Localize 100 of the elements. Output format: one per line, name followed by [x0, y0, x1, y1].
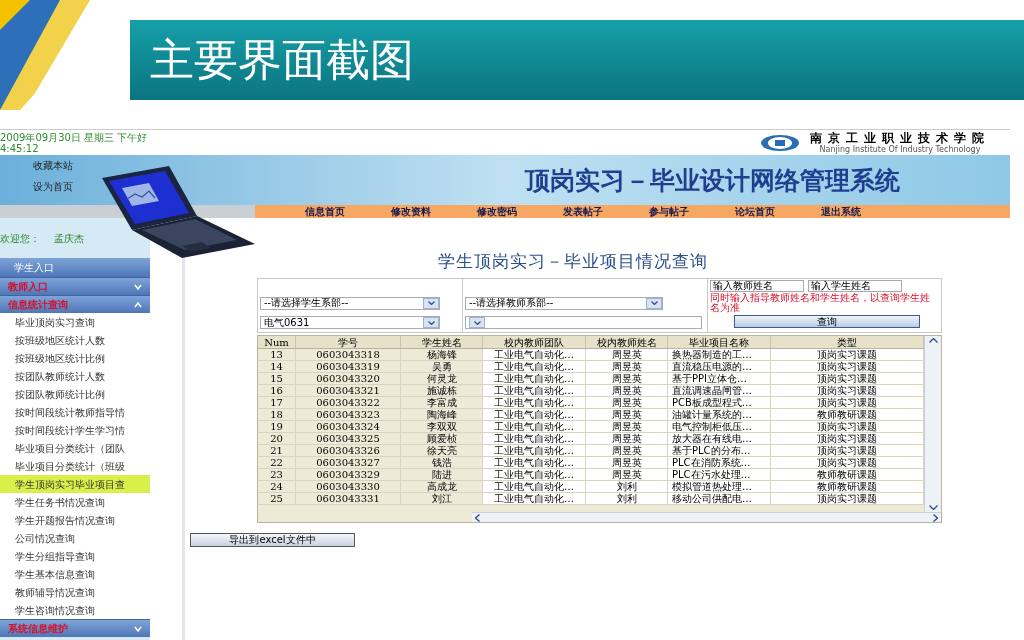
table-cell: 电气控制柜低压… [668, 421, 771, 432]
table-cell: 顶岗实习课题 [771, 385, 924, 396]
table-cell: 工业电气自动化… [483, 397, 586, 408]
table-cell: 工业电气自动化… [483, 361, 586, 372]
table-cell: 0603043318 [296, 349, 401, 360]
table-cell: 20 [258, 433, 296, 444]
table-cell: 23 [258, 469, 296, 480]
table-cell: PLC在污水处理… [668, 469, 771, 480]
table-cell: 顶岗实习课题 [771, 373, 924, 384]
table-cell: 16 [258, 385, 296, 396]
table-cell: 刘利 [586, 481, 668, 492]
table-cell: 周昱英 [586, 361, 668, 372]
table-cell: 教师教研课题 [771, 481, 924, 492]
nav-link[interactable]: 修改资料 [391, 206, 431, 217]
dropdown-field[interactable]: --请选择学生系部-- [260, 296, 440, 310]
sidebar-item[interactable]: 教师辅导情况查询 [0, 583, 150, 601]
sidebar-item[interactable]: 按班级地区统计比例 [0, 349, 150, 367]
column-header[interactable]: 学号 [296, 336, 401, 348]
student-name-field[interactable]: 输入学生姓名 [808, 280, 902, 292]
table-cell: 22 [258, 457, 296, 468]
teacher-name-field[interactable]: 输入教师姓名 [710, 280, 804, 292]
table-cell: 周昱英 [586, 397, 668, 408]
banner-link[interactable]: 收藏本站 [33, 160, 73, 171]
column-header[interactable]: Num [258, 336, 296, 348]
school-logo-icon [760, 133, 800, 152]
table-cell: 0603043320 [296, 373, 401, 384]
table-cell: 周昱英 [586, 409, 668, 420]
table-cell: 24 [258, 481, 296, 492]
nav-link[interactable]: 修改密码 [477, 206, 517, 217]
sidebar-item[interactable]: 按班级地区统计人数 [0, 331, 150, 349]
sidebar-item[interactable]: 毕业顶岗实习查询 [0, 313, 150, 331]
sidebar-item[interactable]: 学生基本信息查询 [0, 565, 150, 583]
table-cell: 基于PLC的分布… [668, 445, 771, 456]
table-cell: 0603043324 [296, 421, 401, 432]
column-header[interactable]: 校内教师团队 [483, 336, 586, 348]
export-button[interactable]: 导出到excel文件中 [190, 533, 355, 547]
scroll-left-icon [475, 513, 480, 522]
sidebar-item[interactable]: 按团队教师统计人数 [0, 367, 150, 385]
horizontal-scrollbar[interactable] [472, 512, 941, 522]
nav-link[interactable]: 发表帖子 [563, 206, 603, 217]
expand-caret-icon [134, 625, 142, 632]
sidebar-item[interactable]: 学生任务书情况查询 [0, 493, 150, 511]
page-title: 学生顶岗实习－毕业项目情况查询 [437, 253, 708, 270]
table-cell: 刘利 [586, 493, 668, 504]
table-cell: 0603043329 [296, 469, 401, 480]
sidebar-item[interactable]: 按时间段统计学生学习情 [0, 421, 150, 439]
sidebar-item[interactable]: 按时间段统计教师指导情 [0, 403, 150, 421]
table-cell: 工业电气自动化… [483, 373, 586, 384]
table-cell: 换热器制造的工… [668, 349, 771, 360]
table-cell: 工业电气自动化… [483, 469, 586, 480]
scroll-right-icon [933, 513, 938, 522]
search-hint-text: 同时输入指导教师姓名和学生姓名，以查询学生姓名为准 [710, 293, 931, 313]
sidebar-item[interactable]: 公司情况查询 [0, 529, 150, 547]
sidebar-item[interactable]: 学生咨询情况查询 [0, 601, 150, 619]
table-cell: 工业电气自动化… [483, 349, 586, 360]
dropdown-field[interactable] [465, 316, 702, 329]
nav-link[interactable]: 退出系统 [821, 206, 861, 217]
table-cell: 周昱英 [586, 469, 668, 480]
table-cell: 顶岗实习课题 [771, 361, 924, 372]
table-cell: 0603043331 [296, 493, 401, 504]
search-button[interactable]: 查询 [734, 315, 920, 328]
sidebar-item[interactable]: 学生顶岗实习毕业项目查 [0, 475, 150, 493]
table-cell: 工业电气自动化… [483, 409, 586, 420]
banner-link[interactable]: 设为首页 [33, 181, 73, 192]
table-cell: 0603043330 [296, 481, 401, 492]
sidebar-item[interactable]: 学生分组指导查询 [0, 547, 150, 565]
school-name: 南京工业职业技术学院 [810, 131, 990, 145]
table-cell: 顶岗实习课题 [771, 433, 924, 444]
table-cell: 0603043326 [296, 445, 401, 456]
nav-link[interactable]: 参与帖子 [649, 206, 689, 217]
table-cell: 0603043322 [296, 397, 401, 408]
nav-link[interactable]: 信息首页 [305, 206, 345, 217]
dropdown-field[interactable]: --请选择教师系部-- [465, 296, 663, 310]
slide-title: 主要界面截图 [150, 38, 414, 82]
date-time-text: 2009年09月30日 星期三 下午好 4:45:12 [0, 131, 149, 154]
table-cell: 教师教研课题 [771, 469, 924, 480]
sidebar-item[interactable]: 毕业项目分类统计（班级 [0, 457, 150, 475]
dropdown-field[interactable]: 电气0631 [260, 316, 440, 329]
sidebar-item[interactable]: 按团队教师统计比例 [0, 385, 150, 403]
system-title: 顶岗实习－毕业设计网络管理系统 [525, 167, 900, 193]
column-header[interactable]: 学生姓名 [401, 336, 483, 348]
sidebar-item[interactable]: 毕业项目分类统计（团队 [0, 439, 150, 457]
nav-link[interactable]: 论坛首页 [735, 206, 775, 217]
table-cell: 放大器在有线电… [668, 433, 771, 444]
table-cell: 顶岗实习课题 [771, 397, 924, 408]
sidebar-header[interactable]: 学生入口 [0, 258, 150, 277]
table-cell: 周昱英 [586, 421, 668, 432]
table-cell: 0603043319 [296, 361, 401, 372]
table-cell: 0603043327 [296, 457, 401, 468]
table-cell: 15 [258, 373, 296, 384]
column-header[interactable]: 校内教师姓名 [586, 336, 668, 348]
sidebar-item[interactable]: 学生开题报告情况查询 [0, 511, 150, 529]
column-header[interactable]: 毕业项目名称 [668, 336, 771, 348]
table-cell: 工业电气自动化… [483, 421, 586, 432]
vertical-scrollbar[interactable] [924, 336, 941, 512]
table-cell: 17 [258, 397, 296, 408]
scroll-down-icon [928, 505, 938, 510]
table-cell: 移动公司供配电… [668, 493, 771, 504]
collapse-caret-icon [134, 301, 142, 308]
table-cell: 工业电气自动化… [483, 385, 586, 396]
